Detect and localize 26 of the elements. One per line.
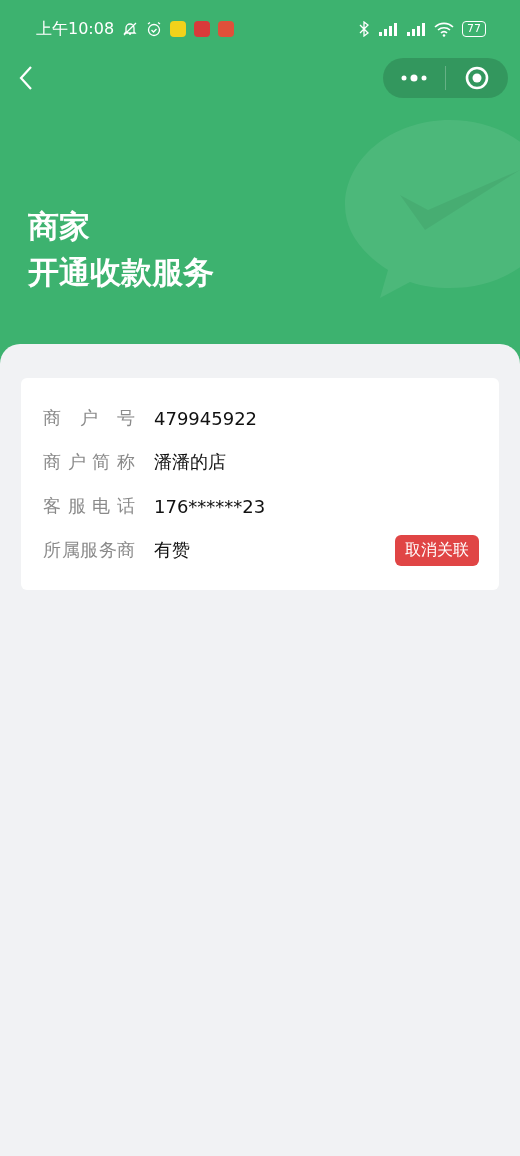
- field-value: 有赞: [154, 538, 191, 562]
- back-chevron-icon: [18, 65, 34, 91]
- more-dots-icon: [401, 74, 427, 82]
- target-circle-icon: [465, 66, 489, 90]
- bluetooth-icon: [358, 21, 370, 37]
- field-label: 所属服务商: [43, 538, 135, 562]
- status-time: 上午10:08: [36, 18, 115, 40]
- field-label: 客服电话: [43, 494, 135, 518]
- battery-level: 77: [462, 21, 486, 37]
- field-value: 176******23: [154, 495, 267, 517]
- field-label: 商户简称: [43, 450, 135, 474]
- page-title: 商家: [28, 207, 91, 246]
- app-icon: [218, 21, 235, 37]
- field-label: 商户号: [43, 406, 135, 430]
- field-value: 479945922: [154, 407, 259, 429]
- app-icon: [170, 21, 187, 37]
- app-icon: [194, 21, 211, 37]
- signal-icon: [406, 22, 426, 36]
- signal-icon: [378, 22, 398, 36]
- unlink-button[interactable]: 取消关联: [395, 534, 479, 566]
- back-button[interactable]: [18, 65, 34, 91]
- wifi-icon: [434, 21, 454, 37]
- bell-off-icon: [122, 21, 139, 37]
- alarm-icon: [146, 21, 163, 37]
- page-title: 开通收款服务: [28, 253, 215, 292]
- field-value: 潘潘的店: [154, 450, 227, 474]
